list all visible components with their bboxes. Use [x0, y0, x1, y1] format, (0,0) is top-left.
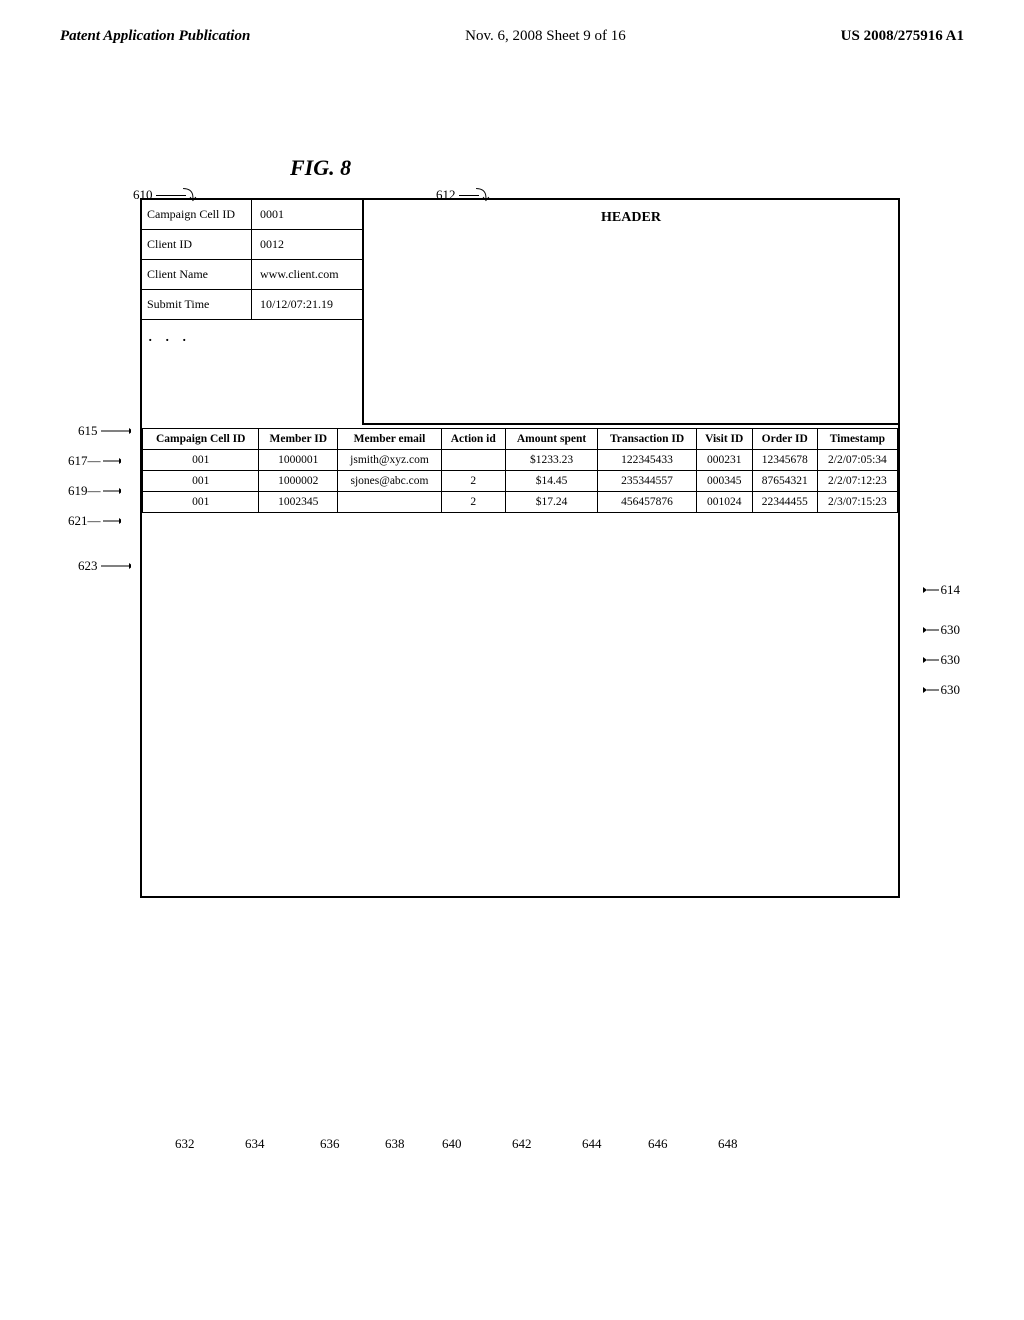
submit-time-label: Submit Time — [142, 290, 252, 319]
table-cell — [338, 492, 442, 513]
patent-number-label: US 2008/275916 A1 — [841, 28, 964, 45]
label-630a-group: 630 — [921, 622, 961, 638]
label-617-group: 617— — [68, 453, 121, 469]
label-630c-group: 630 — [921, 682, 961, 698]
col-member-id: Member ID — [259, 429, 338, 450]
label-640: 640 — [442, 1136, 462, 1152]
campaign-cell-id-value: 0001 — [252, 200, 362, 229]
table-cell: 2 — [441, 471, 505, 492]
table-cell: 122345433 — [598, 450, 696, 471]
col-member-email: Member email — [338, 429, 442, 450]
table-cell: 001 — [143, 471, 259, 492]
table-cell: 235344557 — [598, 471, 696, 492]
table-cell: 2 — [441, 492, 505, 513]
table-cell: 2/3/07:15:23 — [817, 492, 897, 513]
client-name-label: Client Name — [142, 260, 252, 289]
table-cell: 000345 — [696, 471, 752, 492]
col-campaign-cell-id: Campaign Cell ID — [143, 429, 259, 450]
row-client-name: Client Name www.client.com — [142, 260, 362, 290]
table-cell: 001024 — [696, 492, 752, 513]
col-timestamp: Timestamp — [817, 429, 897, 450]
col-visit-id: Visit ID — [696, 429, 752, 450]
table-cell: sjones@abc.com — [338, 471, 442, 492]
data-table-container: Campaign Cell ID Member ID Member email … — [142, 428, 898, 896]
table-cell: 1000002 — [259, 471, 338, 492]
main-diagram-box: Campaign Cell ID 0001 Client ID 0012 Cli… — [140, 198, 900, 898]
date-sheet-label: Nov. 6, 2008 Sheet 9 of 16 — [465, 28, 626, 45]
table-cell: 2/2/07:05:34 — [817, 450, 897, 471]
label-619-group: 619— — [68, 483, 121, 499]
label-614-group: 614 — [921, 582, 961, 598]
table-cell: $1233.23 — [505, 450, 598, 471]
table-cell: jsmith@xyz.com — [338, 450, 442, 471]
table-cell: 22344455 — [752, 492, 817, 513]
label-623-group: 623 — [78, 558, 131, 574]
table-cell: $17.24 — [505, 492, 598, 513]
diagram-area: 610 ⤵ 612 ⤵ Campaign Cell ID 0001 Client… — [60, 130, 960, 1280]
label-615-group: 615 — [78, 423, 131, 439]
label-644: 644 — [582, 1136, 602, 1152]
header-section-label: HEADER — [601, 210, 661, 226]
left-panel: Campaign Cell ID 0001 Client ID 0012 Cli… — [142, 200, 362, 425]
label-630b-group: 630 — [921, 652, 961, 668]
campaign-cell-id-label: Campaign Cell ID — [142, 200, 252, 229]
col-action-id: Action id — [441, 429, 505, 450]
row-campaign-cell-id: Campaign Cell ID 0001 — [142, 200, 362, 230]
label-636: 636 — [320, 1136, 340, 1152]
publication-label: Patent Application Publication — [60, 28, 250, 45]
data-table: Campaign Cell ID Member ID Member email … — [142, 428, 898, 513]
header-section: HEADER — [362, 200, 898, 425]
table-cell: 1002345 — [259, 492, 338, 513]
label-634: 634 — [245, 1136, 265, 1152]
table-row: 0011002345 2$17.2445645787600102422344455… — [143, 492, 898, 513]
table-cell: 001 — [143, 492, 259, 513]
client-id-label: Client ID — [142, 230, 252, 259]
table-header-row: Campaign Cell ID Member ID Member email … — [143, 429, 898, 450]
row-submit-time: Submit Time 10/12/07:21.19 — [142, 290, 362, 320]
label-638: 638 — [385, 1136, 405, 1152]
table-cell: $14.45 — [505, 471, 598, 492]
table-row: 0011000002sjones@abc.com2$14.45235344557… — [143, 471, 898, 492]
label-632: 632 — [175, 1136, 195, 1152]
table-cell: 87654321 — [752, 471, 817, 492]
table-cell: 2/2/07:12:23 — [817, 471, 897, 492]
row-client-id: Client ID 0012 — [142, 230, 362, 260]
dots-separator: . . . — [142, 320, 362, 346]
client-id-value: 0012 — [252, 230, 362, 259]
table-cell: 1000001 — [259, 450, 338, 471]
table-cell — [441, 450, 505, 471]
submit-time-value: 10/12/07:21.19 — [252, 290, 362, 319]
page-header: Patent Application Publication Nov. 6, 2… — [0, 0, 1024, 45]
col-order-id: Order ID — [752, 429, 817, 450]
label-621-group: 621— — [68, 513, 121, 529]
table-cell: 12345678 — [752, 450, 817, 471]
label-646: 646 — [648, 1136, 668, 1152]
label-642: 642 — [512, 1136, 532, 1152]
table-cell: 456457876 — [598, 492, 696, 513]
label-648: 648 — [718, 1136, 738, 1152]
col-transaction-id: Transaction ID — [598, 429, 696, 450]
table-row: 0011000001jsmith@xyz.com $1233.2312234543… — [143, 450, 898, 471]
table-cell: 000231 — [696, 450, 752, 471]
table-cell: 001 — [143, 450, 259, 471]
client-name-value: www.client.com — [252, 260, 362, 289]
col-amount-spent: Amount spent — [505, 429, 598, 450]
